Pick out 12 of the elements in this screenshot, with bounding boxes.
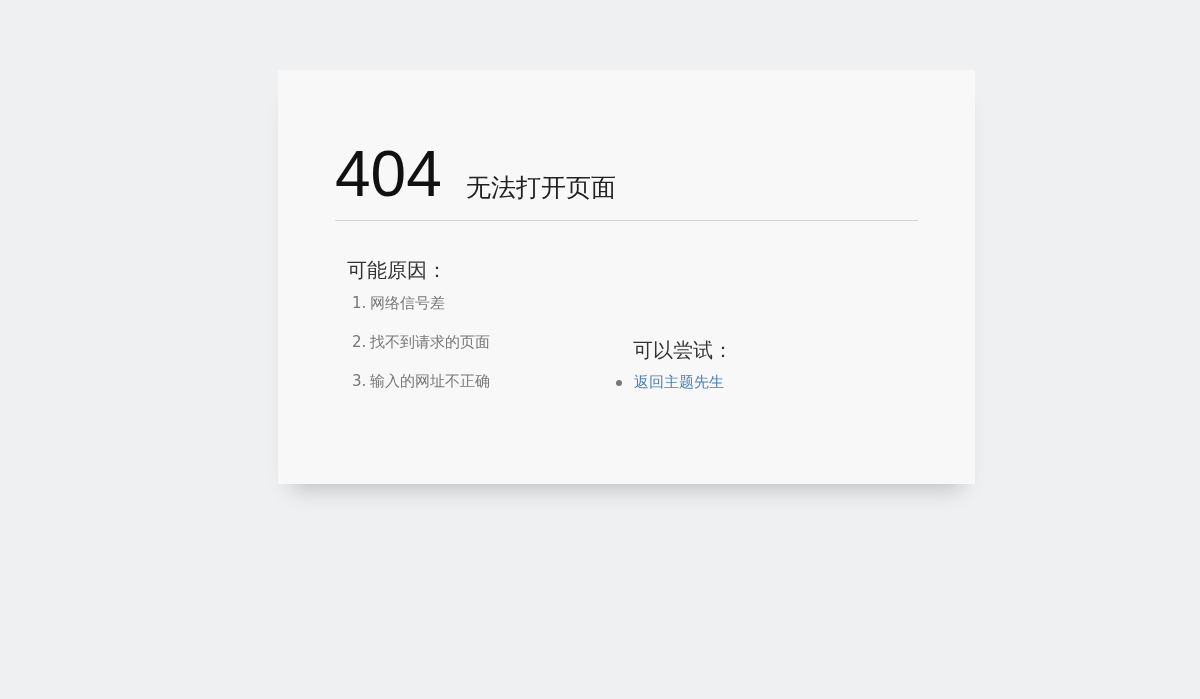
list-number: 1. [352,293,367,314]
reason-text: 找不到请求的页面 [370,332,491,353]
error-code: 404 [335,142,442,206]
list-number: 3. [352,371,367,392]
home-link[interactable]: 返回主题先生 [634,373,724,392]
bullet-icon [616,379,622,386]
reason-text: 网络信号差 [370,293,446,314]
reasons-heading: 可能原因： [347,257,448,283]
suggestions-heading: 可以尝试： [633,337,733,363]
list-number: 2. [352,332,367,353]
error-title: 无法打开页面 [465,172,616,204]
reason-text: 输入的网址不正确 [370,371,491,392]
